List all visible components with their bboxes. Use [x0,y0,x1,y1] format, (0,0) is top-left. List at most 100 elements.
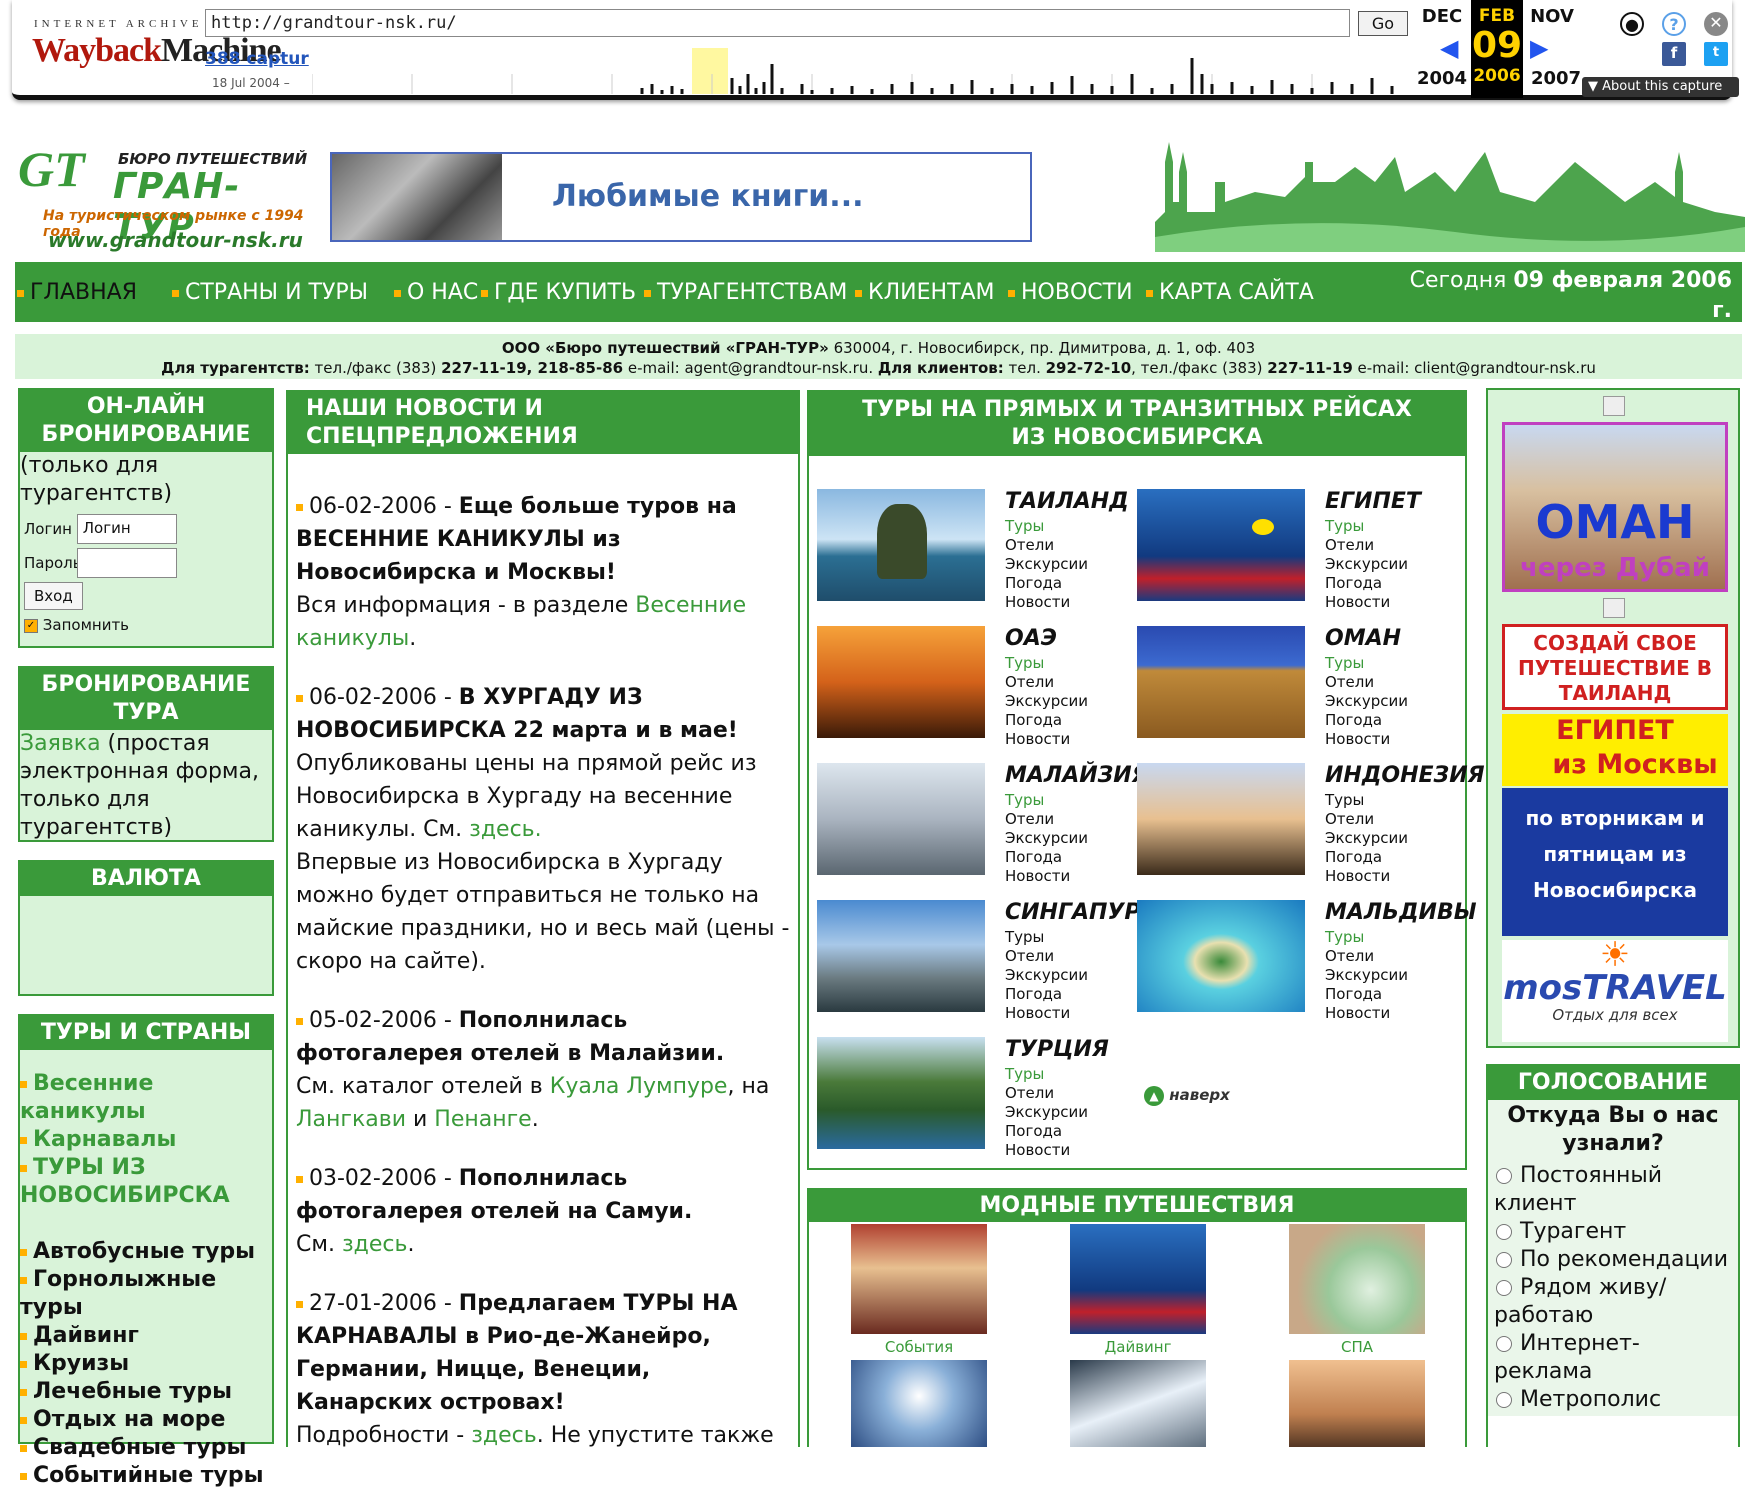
month-prev[interactable]: DEC [1412,6,1472,27]
news-link[interactable]: Новости [1325,593,1408,612]
excursions-link[interactable]: Экскурсии [1005,966,1088,985]
news-link[interactable]: Новости [1005,1141,1088,1160]
news-link[interactable]: здесь [471,1423,537,1447]
tour-card-thailand[interactable]: ТАИЛАНД Туры Отели Экскурсии Погода Новости [817,489,1129,614]
radio-button[interactable] [1496,1168,1512,1184]
nav-item-sitemap[interactable]: КАРТА САЙТА [1146,280,1314,305]
diving-photo[interactable] [1070,1224,1206,1334]
news-link[interactable]: здесь. [469,817,542,842]
excursions-link[interactable]: Экскурсии [1005,555,1088,574]
tour-card-turkey[interactable]: ТУРЦИЯ Туры Отели Экскурсии Погода Новости [817,1037,1127,1162]
news-link[interactable]: Пенанге [434,1107,531,1132]
next-capture-icon[interactable]: ▶ [1530,34,1548,62]
tour-type-item[interactable]: Отдых на море [20,1406,272,1434]
tours-link[interactable]: Туры [1325,928,1408,947]
excursions-link[interactable]: Экскурсии [1325,829,1408,848]
mountain-photo[interactable] [1070,1360,1206,1447]
spa-photo[interactable] [1289,1224,1425,1334]
captures-sparkline[interactable] [312,44,1402,94]
weather-link[interactable]: Погода [1005,711,1088,730]
books-banner[interactable]: Любимые книги... [330,152,1032,242]
radio-button[interactable] [1496,1392,1512,1408]
news-link[interactable]: Новости [1005,1004,1088,1023]
tour-card-indonesia[interactable]: ИНДОНЕЗИЯ Туры Отели Экскурсии Погода Новост… [1137,763,1485,888]
tour-card-malaysia[interactable]: МАЛАЙЗИЯ Туры Отели Экскурсии Погода Новости [817,763,1149,888]
radio-button[interactable] [1496,1336,1512,1352]
go-button[interactable]: Go [1358,11,1408,36]
flights-ad[interactable]: по вторникам и пятницам из Новосибирска [1502,788,1728,936]
radio-button[interactable] [1496,1224,1512,1240]
radio-button[interactable] [1496,1280,1512,1296]
oman-ad[interactable]: ОМАН через Дубай [1502,422,1728,592]
weather-link[interactable]: Погода [1005,1122,1088,1141]
hotels-link[interactable]: Отели [1005,947,1088,966]
spa-link[interactable]: СПА [1289,1338,1425,1356]
hotels-link[interactable]: Отели [1325,536,1408,555]
weather-link[interactable]: Погода [1325,574,1408,593]
year-next[interactable]: 2007 [1526,68,1586,89]
tours-link[interactable]: Туры [1005,1065,1088,1084]
tours-from-nsk-link[interactable]: ТУРЫ ИЗ НОВОСИБИРСКА [20,1155,230,1208]
close-icon[interactable]: ✕ [1704,12,1728,36]
facebook-icon[interactable]: f [1662,42,1686,66]
tour-card-uae[interactable]: ОАЭ Туры Отели Экскурсии Погода Новости [817,626,1127,751]
news-link[interactable]: Новости [1005,867,1088,886]
nav-item-about[interactable]: О НАС [394,280,478,305]
hotels-link[interactable]: Отели [1005,1084,1088,1103]
poll-option[interactable]: По рекомендации [1494,1246,1732,1274]
password-input[interactable] [76,548,177,578]
thailand-ad[interactable]: СОЗДАЙ СВОЕ ПУТЕШЕСТВИЕ В ТАИЛАНД [1502,624,1728,710]
site-logo[interactable]: GT БЮРО ПУТЕШЕСТВИЙ ГРАН-ТУР На туристич… [18,140,318,252]
tour-type-item[interactable]: Автобусные туры [20,1238,272,1266]
hotels-link[interactable]: Отели [1325,947,1408,966]
request-link[interactable]: Заявка [20,731,101,756]
diving-link[interactable]: Дайвинг [1070,1338,1206,1356]
tour-type-item[interactable]: Горнолыжные туры [20,1266,272,1322]
excursions-link[interactable]: Экскурсии [1005,692,1088,711]
poll-option[interactable]: Интернет-реклама [1494,1330,1732,1386]
tours-link[interactable]: Туры [1325,517,1408,536]
poll-option[interactable]: Рядом живу/ работаю [1494,1274,1732,1330]
news-link[interactable]: Новости [1325,730,1408,749]
hotels-link[interactable]: Отели [1005,810,1088,829]
weather-link[interactable]: Погода [1005,985,1088,1004]
nav-item-where-buy[interactable]: ГДЕ КУПИТЬ [481,280,636,305]
weather-link[interactable]: Погода [1325,711,1408,730]
events-link[interactable]: События [851,1338,987,1356]
nav-item-home[interactable]: ГЛАВНАЯ [17,280,137,305]
excursions-link[interactable]: Экскурсии [1325,555,1408,574]
news-link[interactable]: Новости [1325,1004,1408,1023]
tour-type-item[interactable]: Лечебные туры [20,1378,272,1406]
events-photo[interactable] [851,1224,987,1334]
news-link[interactable]: Новости [1005,730,1088,749]
url-input[interactable]: http://grandtour-nsk.ru/ [205,9,1350,37]
spring-holidays-link[interactable]: Весенние каникулы [20,1071,153,1124]
tour-card-singapore[interactable]: СИНГАПУР Туры Отели Экскурсии Погода Новости [817,900,1141,1025]
hotels-link[interactable]: Отели [1325,810,1408,829]
year-prev[interactable]: 2004 [1412,68,1472,89]
excursions-link[interactable]: Экскурсии [1325,966,1408,985]
hotels-link[interactable]: Отели [1005,673,1088,692]
hotels-link[interactable]: Отели [1005,536,1088,555]
weather-link[interactable]: Погода [1005,574,1088,593]
tours-link[interactable]: Туры [1325,654,1408,673]
tour-type-item[interactable]: Свадебные туры [20,1434,272,1462]
tours-link[interactable]: Туры [1005,791,1088,810]
weather-link[interactable]: Погода [1005,848,1088,867]
news-link[interactable]: Новости [1325,867,1408,886]
poll-option[interactable]: Метрополис [1494,1386,1732,1414]
news-link[interactable]: Куала Лумпуре [550,1074,728,1099]
tour-card-oman[interactable]: ОМАН Туры Отели Экскурсии Погода Новости [1137,626,1447,751]
about-capture-button[interactable]: ▼ About this capture [1582,77,1739,97]
tours-link[interactable]: Туры [1005,928,1088,947]
poll-option[interactable]: Турагент [1494,1218,1732,1246]
prev-capture-icon[interactable]: ◀ [1440,34,1458,62]
help-icon[interactable]: ? [1662,12,1686,36]
tours-link[interactable]: Туры [1005,517,1088,536]
tour-type-item[interactable]: Круизы [20,1350,272,1378]
hotels-link[interactable]: Отели [1325,673,1408,692]
login-button[interactable]: Вход [24,582,83,610]
tours-link[interactable]: Туры [1325,791,1408,810]
weather-link[interactable]: Погода [1325,848,1408,867]
tour-card-egypt[interactable]: ЕГИПЕТ Туры Отели Экскурсии Погода Новости [1137,489,1447,614]
